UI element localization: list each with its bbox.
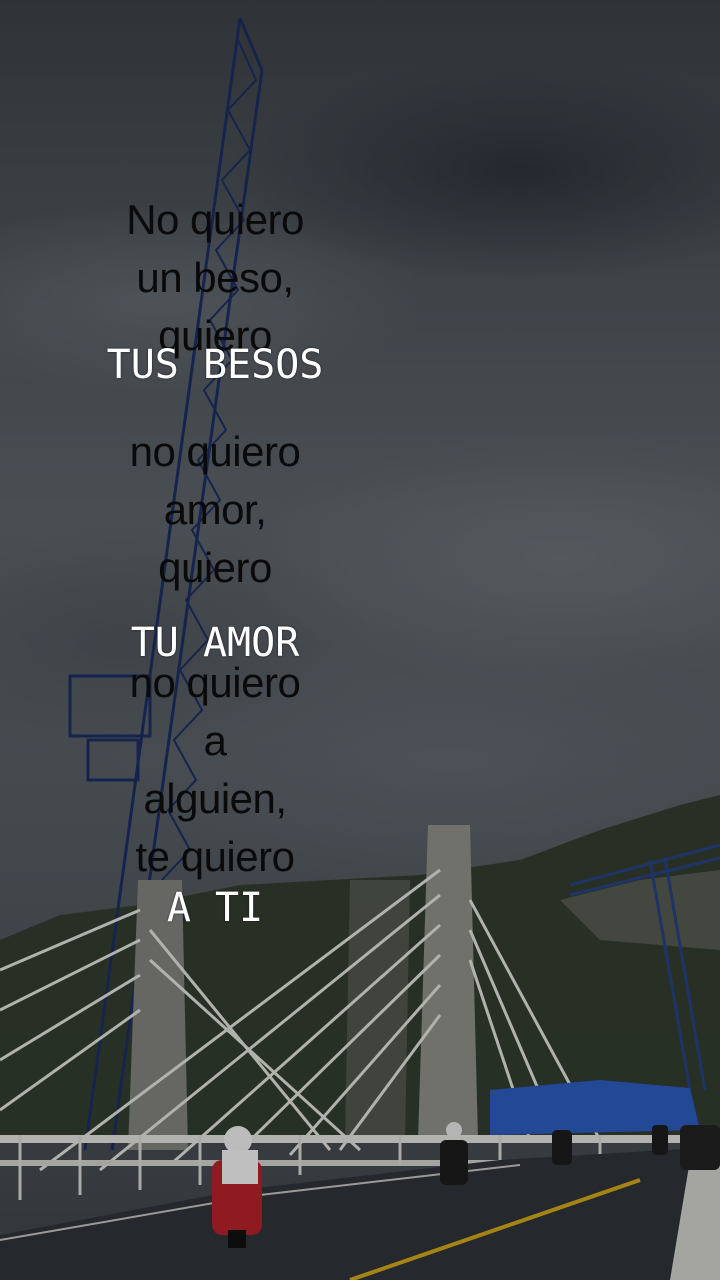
lyric-line: alguien, [143,775,287,822]
lyric-block-2: no quiero amor, quiero [80,423,350,597]
lyric-line: no quiero [129,659,301,706]
video-frame: No quiero un beso, quiero TUS BESOS no q… [0,0,720,1280]
lyric-block-1: No quiero un beso, quiero [80,191,350,365]
lyric-accent-3: A TI [166,885,264,931]
lyric-accent-1: TUS BESOS [106,342,324,388]
lyric-line: no quiero [129,428,301,475]
lyric-line: No quiero [126,196,304,243]
lyric-line: te quiero [135,833,295,880]
lyric-line: un beso, [136,254,294,301]
lyric-line: quiero [158,544,272,591]
lyric-block-3: no quiero a alguien, te quiero [80,654,350,886]
lyric-line: a [203,717,227,764]
lyric-line: amor, [163,486,267,533]
